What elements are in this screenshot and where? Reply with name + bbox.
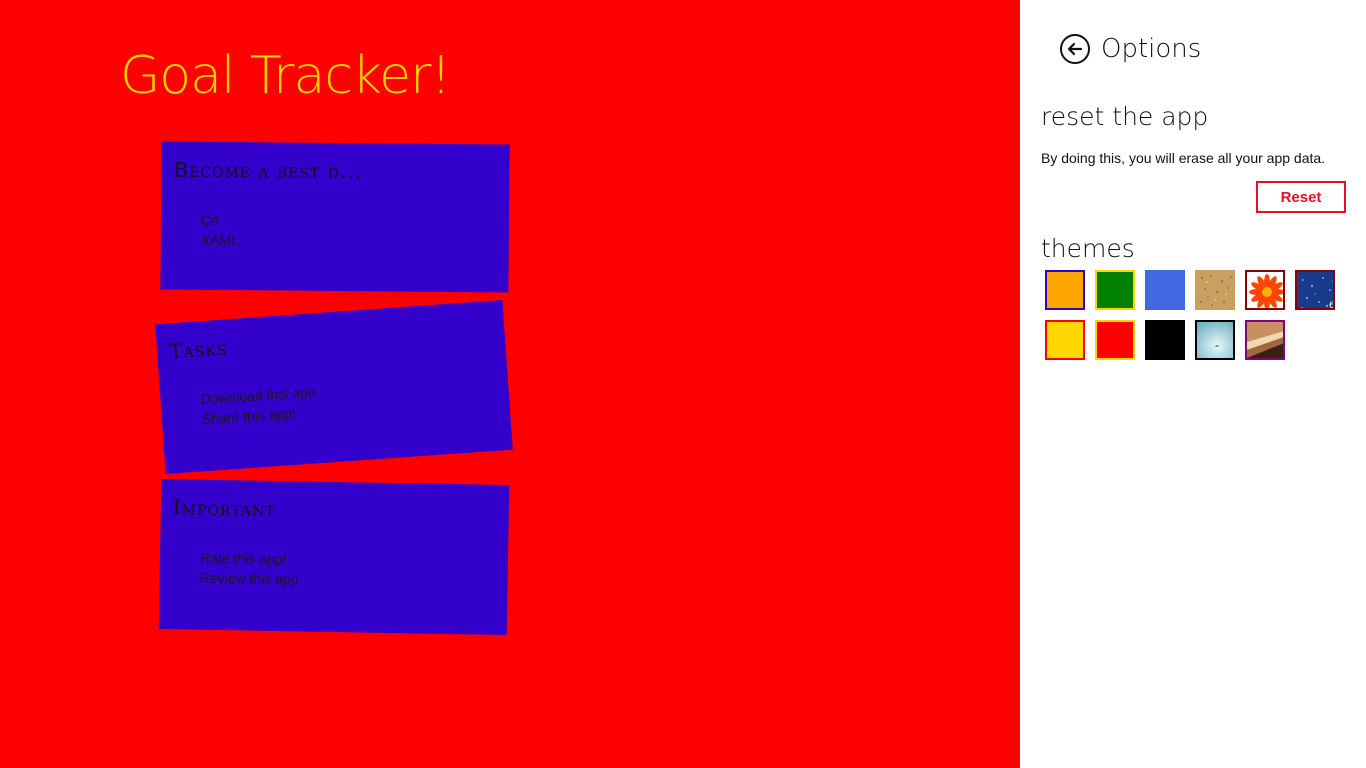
card-items: C# XAML xyxy=(201,210,239,250)
card-title: Important xyxy=(172,495,276,521)
important-card[interactable]: Important Rate this app! Review this app xyxy=(158,478,510,636)
theme-swatch-blue[interactable] xyxy=(1145,270,1185,310)
goal-card[interactable]: Become a best d... C# XAML xyxy=(160,141,510,293)
card-title: Become a best d... xyxy=(173,157,363,184)
tasks-card[interactable]: Tasks Download this app Share this app! xyxy=(155,300,513,474)
theme-swatch-flower[interactable] xyxy=(1245,270,1285,310)
card-item: Review this app xyxy=(199,569,299,588)
themes-heading: themes xyxy=(1041,234,1135,263)
sky-image xyxy=(1197,322,1233,358)
card-item: Rate this app! xyxy=(199,549,287,568)
books-image xyxy=(1247,322,1283,358)
options-pane: Options reset the app By doing this, you… xyxy=(1020,0,1366,768)
reset-button[interactable]: Reset xyxy=(1256,181,1346,213)
theme-swatch-red[interactable] xyxy=(1095,320,1135,360)
theme-swatch-green[interactable] xyxy=(1095,270,1135,310)
theme-swatch-yellow[interactable] xyxy=(1045,320,1085,360)
theme-swatch-sky[interactable] xyxy=(1195,320,1235,360)
card-items: Rate this app! Review this app xyxy=(199,548,299,590)
card-items: Download this app Share this app! xyxy=(200,381,318,429)
svg-text:6: 6 xyxy=(1329,301,1335,310)
back-button[interactable] xyxy=(1060,34,1090,64)
pane-title: Options xyxy=(1101,34,1202,64)
sand-texture-image xyxy=(1197,272,1233,308)
card-title: Tasks xyxy=(168,335,228,364)
app-title: Goal Tracker! xyxy=(120,46,451,106)
theme-swatch-black[interactable] xyxy=(1145,320,1185,360)
reset-description: By doing this, you will erase all your a… xyxy=(1041,150,1326,166)
theme-swatch-sand[interactable] xyxy=(1195,270,1235,310)
theme-swatch-blue-glitter[interactable]: 6 xyxy=(1295,270,1335,310)
theme-swatch-orange[interactable] xyxy=(1045,270,1085,310)
card-item: XAML xyxy=(200,231,239,249)
blue-glitter-image: 6 xyxy=(1297,272,1335,310)
reset-heading: reset the app xyxy=(1041,102,1209,131)
back-arrow-icon xyxy=(1067,42,1083,56)
theme-swatch-books[interactable] xyxy=(1245,320,1285,360)
card-item: C# xyxy=(200,211,219,228)
app-canvas: Goal Tracker! Become a best d... C# XAML… xyxy=(0,0,1020,768)
flower-image xyxy=(1247,272,1283,308)
